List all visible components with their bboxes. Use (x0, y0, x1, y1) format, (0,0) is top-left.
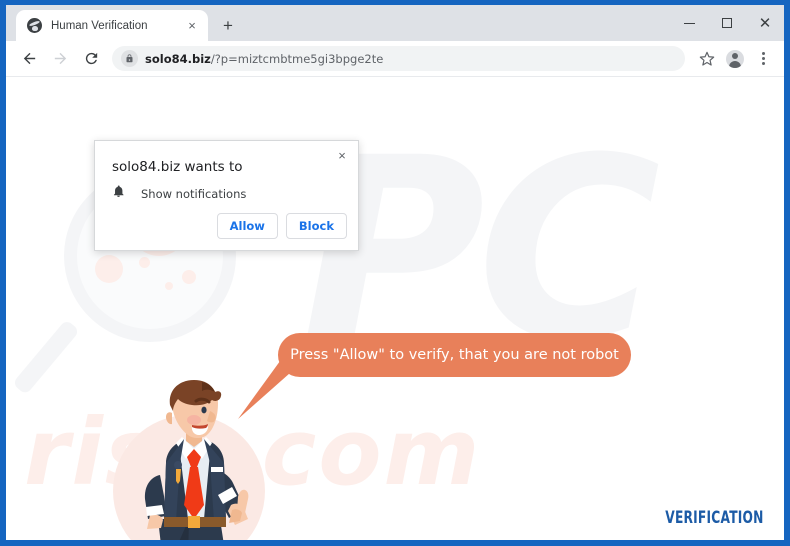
tab-title: Human Verification (51, 19, 148, 32)
url-text: solo84.biz/?p=miztcmbtme5gi3bpge2te (145, 52, 383, 66)
tab-strip: Human Verification × + ✕ (6, 5, 784, 41)
bell-icon (112, 184, 125, 204)
dialog-title: solo84.biz wants to (112, 159, 243, 175)
watermark-dot-5 (165, 282, 173, 290)
lock-icon (121, 50, 138, 67)
avatar (726, 49, 744, 68)
screenshot-frame: Human Verification × + ✕ solo84.biz/?p=m… (0, 0, 790, 546)
url-path: /?p=miztcmbtme5gi3bpge2te (210, 51, 384, 66)
browser-toolbar: solo84.biz/?p=miztcmbtme5gi3bpge2te (6, 41, 784, 77)
back-icon[interactable] (16, 46, 42, 72)
block-button[interactable]: Block (285, 213, 347, 239)
permission-row: Show notifications (112, 184, 246, 204)
dialog-actions: Allow Block (216, 213, 347, 239)
speech-bubble-text: Press "Allow" to verify, that you are no… (290, 347, 619, 363)
window-controls: ✕ (670, 5, 784, 41)
verification-label: VERIFICATION (665, 508, 764, 528)
forward-icon[interactable] (47, 46, 73, 72)
close-icon[interactable]: × (184, 18, 200, 34)
new-tab-button[interactable]: + (214, 11, 242, 39)
notification-permission-dialog: × solo84.biz wants to Show notifications… (94, 140, 359, 251)
browser-window: Human Verification × + ✕ solo84.biz/?p=m… (6, 5, 784, 540)
permission-label: Show notifications (141, 187, 247, 201)
tab-human-verification[interactable]: Human Verification × (16, 10, 208, 41)
three-dot-glyph (761, 51, 765, 66)
url-domain: solo84.biz (145, 51, 211, 66)
maximize-button[interactable] (708, 5, 746, 41)
minimize-button[interactable] (670, 5, 708, 41)
close-icon[interactable]: × (333, 146, 351, 164)
watermark-dot-3 (139, 257, 150, 268)
address-bar[interactable]: solo84.biz/?p=miztcmbtme5gi3bpge2te (112, 46, 685, 71)
allow-button[interactable]: Allow (216, 213, 278, 239)
close-window-button[interactable]: ✕ (746, 5, 784, 41)
reload-icon[interactable] (78, 46, 104, 72)
profile-avatar[interactable] (722, 46, 748, 72)
bookmark-star-icon[interactable] (694, 46, 720, 72)
speech-bubble-body: Press "Allow" to verify, that you are no… (278, 333, 631, 377)
watermark-magnifier-handle (12, 319, 80, 396)
chrome-menu-icon[interactable] (750, 46, 776, 72)
page-content: PC risk.com (6, 77, 784, 540)
watermark-dot-4 (182, 270, 196, 284)
watermark-dot-2 (95, 255, 123, 283)
globe-icon (27, 18, 42, 33)
